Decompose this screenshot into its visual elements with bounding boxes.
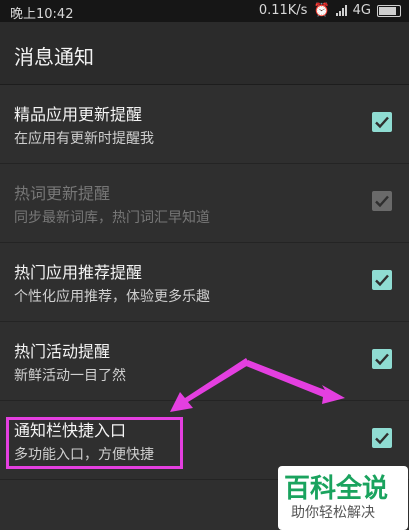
check-icon xyxy=(375,274,389,287)
checkbox-notification-shortcut[interactable] xyxy=(372,428,392,448)
alarm-icon: ⏰ xyxy=(313,3,330,18)
setting-subtitle: 新鲜活动一目了然 xyxy=(14,368,126,384)
checkbox-activity[interactable] xyxy=(372,349,392,369)
setting-subtitle: 多功能入口，方便快捷 xyxy=(14,447,154,463)
battery-icon xyxy=(377,4,401,17)
setting-title: 精品应用更新提醒 xyxy=(14,105,143,124)
checkbox-hotword-update[interactable] xyxy=(372,191,392,211)
status-bar: 晚上10:42 0.11K/s ⏰ 4G xyxy=(0,0,409,22)
setting-row-app-update[interactable]: 精品应用更新提醒 在应用有更新时提醒我 xyxy=(0,85,409,164)
setting-row-app-recommend[interactable]: 热门应用推荐提醒 个性化应用推荐，体验更多乐趣 xyxy=(0,243,409,322)
check-icon xyxy=(375,432,389,445)
watermark-tagline: 助你轻松解决 xyxy=(291,505,375,521)
check-icon xyxy=(375,116,389,129)
setting-title: 热词更新提醒 xyxy=(14,184,111,203)
setting-title: 通知栏快捷入口 xyxy=(14,421,127,440)
check-icon xyxy=(375,195,389,208)
page-title: 消息通知 xyxy=(14,45,94,69)
setting-row-activity[interactable]: 热门活动提醒 新鲜活动一目了然 xyxy=(0,322,409,401)
watermark-name: 百科全说 xyxy=(284,474,389,504)
page-header: 消息通知 xyxy=(0,22,409,85)
setting-subtitle: 个性化应用推荐，体验更多乐趣 xyxy=(14,289,210,305)
watermark-logo: 百科全说 助你轻松解决 xyxy=(278,466,408,530)
setting-subtitle: 在应用有更新时提醒我 xyxy=(14,131,154,147)
check-icon xyxy=(375,353,389,366)
setting-title: 热门应用推荐提醒 xyxy=(14,263,143,282)
setting-row-hotword-update[interactable]: 热词更新提醒 同步最新词库，热门词汇早知道 xyxy=(0,164,409,243)
status-icons: 0.11K/s ⏰ 4G xyxy=(259,3,401,18)
network-type: 4G xyxy=(352,3,371,18)
setting-subtitle: 同步最新词库，热门词汇早知道 xyxy=(14,210,210,226)
status-time: 晚上10:42 xyxy=(10,7,74,22)
signal-icon xyxy=(335,5,347,16)
checkbox-app-recommend[interactable] xyxy=(372,270,392,290)
checkbox-app-update[interactable] xyxy=(372,112,392,132)
setting-title: 热门活动提醒 xyxy=(14,342,111,361)
net-speed: 0.11K/s xyxy=(258,3,308,18)
